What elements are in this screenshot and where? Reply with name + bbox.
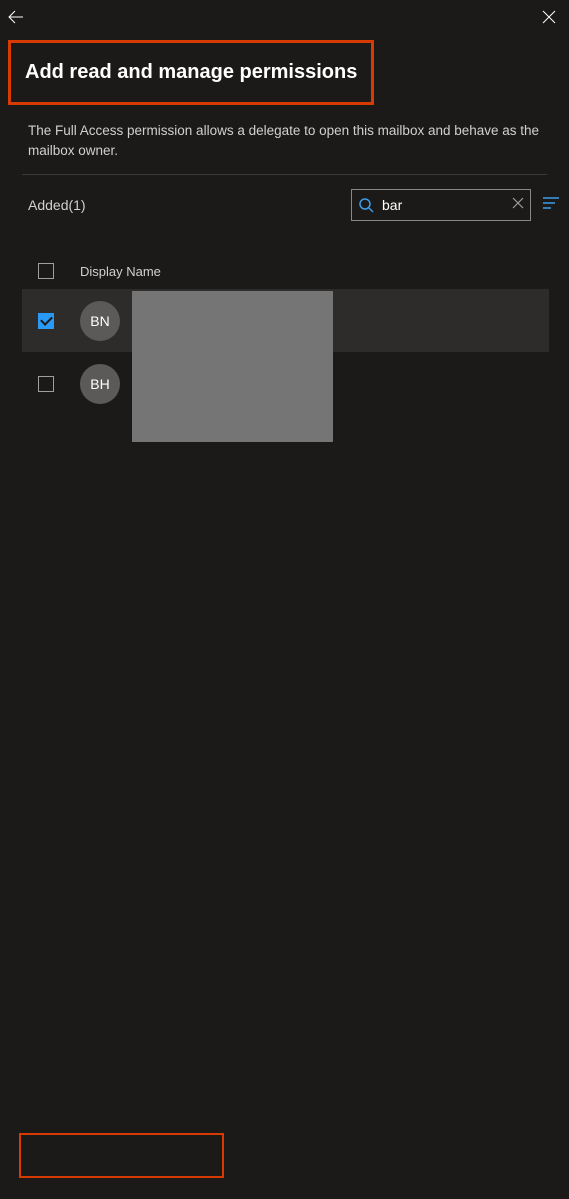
bottom-highlight-box [19, 1133, 224, 1178]
select-all-checkbox[interactable] [38, 263, 54, 279]
avatar: BH [80, 364, 120, 404]
redaction-overlay [132, 291, 333, 442]
filter-lines-icon [543, 196, 559, 210]
column-header-display-name: Display Name [80, 264, 161, 279]
results-list: Display Name BN BH [22, 263, 549, 415]
search-box[interactable] [351, 189, 531, 221]
clear-icon [512, 197, 524, 209]
page-title: Add read and manage permissions [25, 61, 357, 84]
back-button[interactable] [6, 7, 26, 32]
page-description: The Full Access permission allows a dele… [0, 105, 569, 174]
clear-search-button[interactable] [512, 196, 524, 214]
page-title-highlight: Add read and manage permissions [8, 40, 374, 105]
arrow-left-icon [8, 9, 24, 25]
close-icon [541, 9, 557, 25]
search-icon [358, 197, 374, 213]
search-input[interactable] [382, 197, 512, 213]
close-button[interactable] [539, 7, 559, 32]
avatar: BN [80, 301, 120, 341]
filter-button[interactable] [543, 196, 559, 215]
row-checkbox[interactable] [38, 313, 54, 329]
table-header-row: Display Name [22, 263, 549, 289]
added-count-label: Added(1) [28, 197, 86, 213]
row-checkbox[interactable] [38, 376, 54, 392]
